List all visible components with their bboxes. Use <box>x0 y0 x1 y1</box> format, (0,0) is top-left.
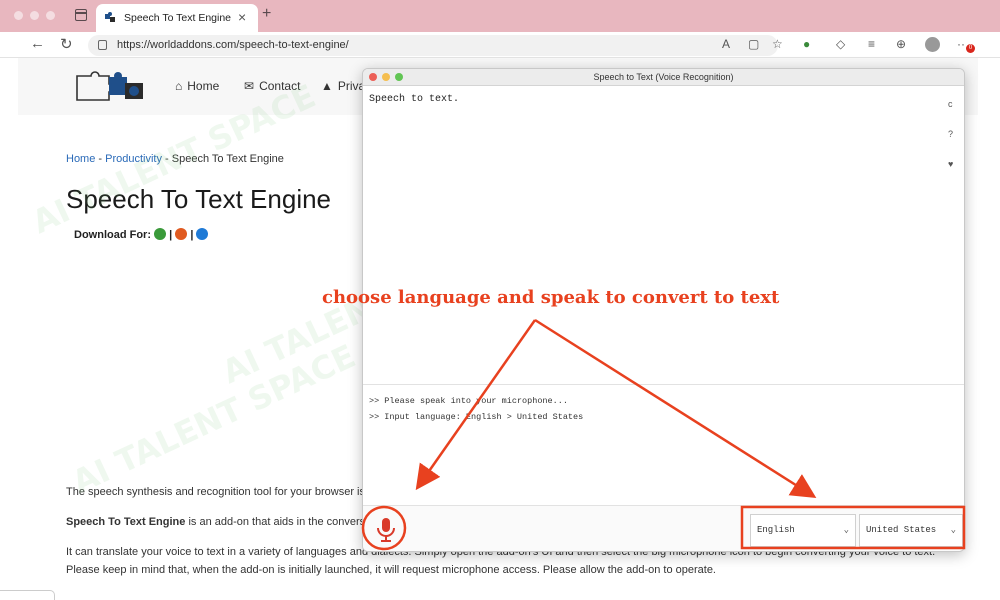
breadcrumb-productivity-link[interactable]: Productivity <box>105 153 162 165</box>
copy-button[interactable]: c <box>948 99 953 109</box>
immersive-reader-icon[interactable]: ▢ <box>748 37 759 51</box>
favorites-list-icon[interactable]: ≡ <box>868 37 875 51</box>
firefox-icon[interactable] <box>175 228 188 240</box>
puzzle-favicon-icon <box>105 12 115 22</box>
download-links: Download For: | | <box>74 228 209 241</box>
more-menu-icon[interactable]: ·· <box>957 37 965 51</box>
popup-footer: English ⌄ United States ⌄ <box>363 505 964 551</box>
lock-icon <box>98 40 107 50</box>
new-tab-button[interactable]: + <box>262 5 271 23</box>
edge-icon[interactable] <box>196 228 209 240</box>
dialect-select[interactable]: United States ⌄ <box>859 514 963 547</box>
breadcrumb: Home - Productivity - Speech To Text Eng… <box>66 153 284 165</box>
intro-paragraph: The speech synthesis and recognition too… <box>66 486 374 498</box>
favorite-star-icon[interactable]: ☆ <box>772 37 783 51</box>
window-maximize-button[interactable] <box>46 11 55 20</box>
reload-icon[interactable]: ↻ <box>60 35 73 53</box>
read-aloud-icon[interactable]: A <box>722 37 730 51</box>
language-select[interactable]: English ⌄ <box>750 514 856 547</box>
address-bar[interactable]: https://worldaddons.com/speech-to-text-e… <box>88 35 778 56</box>
back-arrow-icon[interactable]: ← <box>30 35 45 52</box>
tab-close-icon[interactable]: × <box>238 9 246 25</box>
status-log: >> Please speak into your microphone... … <box>363 384 964 504</box>
tab-title: Speech To Text Engine - World <box>124 12 232 24</box>
collections-icon[interactable]: ⊕ <box>896 37 906 51</box>
window-minimize-button[interactable] <box>30 11 39 20</box>
chevron-down-icon: ⌄ <box>843 525 849 535</box>
chevron-down-icon: ⌄ <box>950 525 956 535</box>
breadcrumb-home-link[interactable]: Home <box>66 153 95 165</box>
notification-badge: 0 <box>966 44 975 53</box>
log-line: >> Input language: English > United Stat… <box>369 412 584 422</box>
page-scroll-corner <box>0 590 55 600</box>
browser-tab-bar: Speech To Text Engine - World × + <box>0 0 1000 32</box>
heart-icon[interactable]: ♥ <box>948 159 953 169</box>
watermark-text: AI TALENT SPACE <box>66 336 362 502</box>
tab-actions-icon[interactable] <box>75 9 87 21</box>
site-logo-puzzle[interactable] <box>73 68 149 104</box>
nav-home-link[interactable]: ⌂ Home <box>175 79 219 93</box>
description-paragraph: Speech To Text Engine is an add-on that … <box>66 516 374 528</box>
nav-contact-link[interactable]: ✉ Contact <box>244 79 300 93</box>
profile-avatar[interactable] <box>925 37 940 52</box>
url-text: https://worldaddons.com/speech-to-text-e… <box>117 39 349 51</box>
popup-title: Speech to Text (Voice Recognition) <box>593 72 734 82</box>
speech-to-text-popup: Speech to Text (Voice Recognition) Speec… <box>362 68 965 552</box>
chrome-icon[interactable] <box>154 228 167 240</box>
log-line: >> Please speak into your microphone... <box>369 396 568 406</box>
breadcrumb-current: Speech To Text Engine <box>171 153 284 165</box>
browser-tab[interactable]: Speech To Text Engine - World × <box>96 4 258 32</box>
mail-icon: ✉ <box>244 79 255 93</box>
permission-paragraph: Please keep in mind that, when the add-o… <box>66 564 716 576</box>
address-toolbar: ← ↻ https://worldaddons.com/speech-to-te… <box>0 32 1000 58</box>
help-button[interactable]: ? <box>948 129 953 139</box>
window-close-button[interactable] <box>14 11 23 20</box>
extension-mic-icon[interactable]: ● <box>803 37 810 51</box>
home-icon: ⌂ <box>175 79 183 93</box>
transcript-textarea[interactable]: Speech to text. <box>369 94 929 374</box>
page-title: Speech To Text Engine <box>66 184 332 214</box>
microphone-button[interactable] <box>371 515 401 545</box>
annotation-caption: choose language and speak to convert to … <box>322 287 780 308</box>
graduation-cap-icon: ▲ <box>321 79 333 93</box>
extensions-puzzle-icon[interactable]: ◇ <box>836 37 845 51</box>
nav-privacy-link[interactable]: ▲ Priva <box>321 79 365 93</box>
popup-titlebar: Speech to Text (Voice Recognition) <box>363 69 964 86</box>
